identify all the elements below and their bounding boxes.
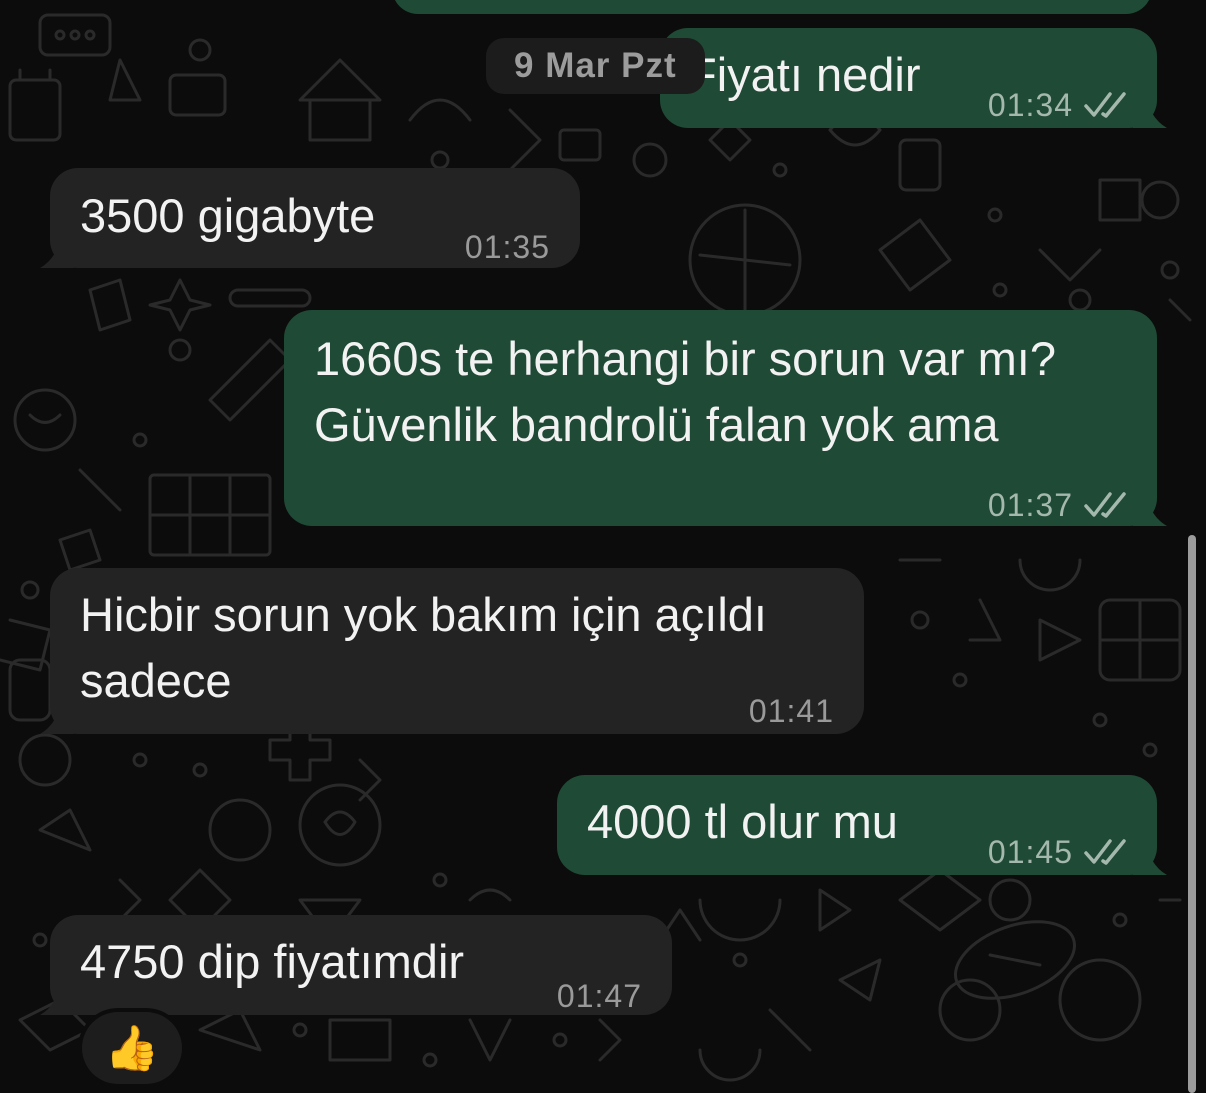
double-check-icon (1084, 92, 1126, 118)
bubble-tail (1133, 486, 1167, 526)
outgoing-message[interactable]: 4000 tl olur mu 01:45 (557, 775, 1167, 875)
bubble-tail (1133, 835, 1167, 875)
message-text: 1660s te herhangi bir sorun var mı? (314, 332, 1056, 385)
double-check-icon (1084, 492, 1126, 518)
previous-message-bubble[interactable] (392, 0, 1152, 14)
message-meta: 01:47 (557, 963, 642, 1029)
outgoing-message[interactable]: 1660s te herhangi bir sorun var mı? Güve… (284, 310, 1167, 526)
bubble-tail (1133, 88, 1167, 128)
message-meta: 01:34 (988, 72, 1129, 138)
message-time: 01:45 (987, 834, 1073, 870)
incoming-message[interactable]: 4750 dip fiyatımdir 01:47 (40, 915, 672, 1015)
message-text: 4750 dip fiyatımdir (80, 935, 465, 988)
bubble-tail (40, 228, 74, 268)
message-time: 01:41 (748, 693, 834, 729)
message-time: 01:35 (464, 229, 550, 265)
message-meta: 01:45 (988, 819, 1129, 885)
chat-panel: Fiyatı nedir 01:34 9 Mar Pzt 3500 gigaby… (0, 0, 1206, 1093)
message-text: 4000 tl olur mu (587, 795, 898, 848)
thumbs-up-icon: 👍 (104, 1024, 160, 1073)
message-text: Fiyatı nedir (688, 48, 921, 101)
incoming-message[interactable]: Hicbir sorun yok bakım için açıldı sadec… (40, 568, 864, 734)
outgoing-message[interactable]: Fiyatı nedir 01:34 (660, 28, 1167, 128)
message-text: Hicbir sorun yok bakım için açıldı (80, 588, 767, 641)
message-text: sadece (80, 654, 232, 707)
message-time: 01:34 (987, 87, 1073, 123)
thumbs-up-reaction[interactable]: 👍 (82, 1012, 182, 1084)
scrollbar[interactable] (1188, 535, 1196, 1093)
double-check-icon (1084, 839, 1126, 865)
incoming-message[interactable]: 3500 gigabyte 01:35 (40, 168, 580, 268)
message-time: 01:37 (987, 487, 1073, 523)
message-meta: 01:37 (988, 472, 1129, 538)
message-meta: 01:35 (465, 214, 550, 280)
message-meta: 01:41 (749, 678, 834, 744)
date-separator: 9 Mar Pzt (486, 38, 705, 94)
message-text: 3500 gigabyte (80, 189, 376, 242)
bubble-tail (40, 694, 74, 734)
message-text: Güvenlik bandrolü falan yok ama (314, 398, 999, 451)
message-time: 01:47 (556, 978, 642, 1014)
bubble-tail (40, 975, 74, 1015)
